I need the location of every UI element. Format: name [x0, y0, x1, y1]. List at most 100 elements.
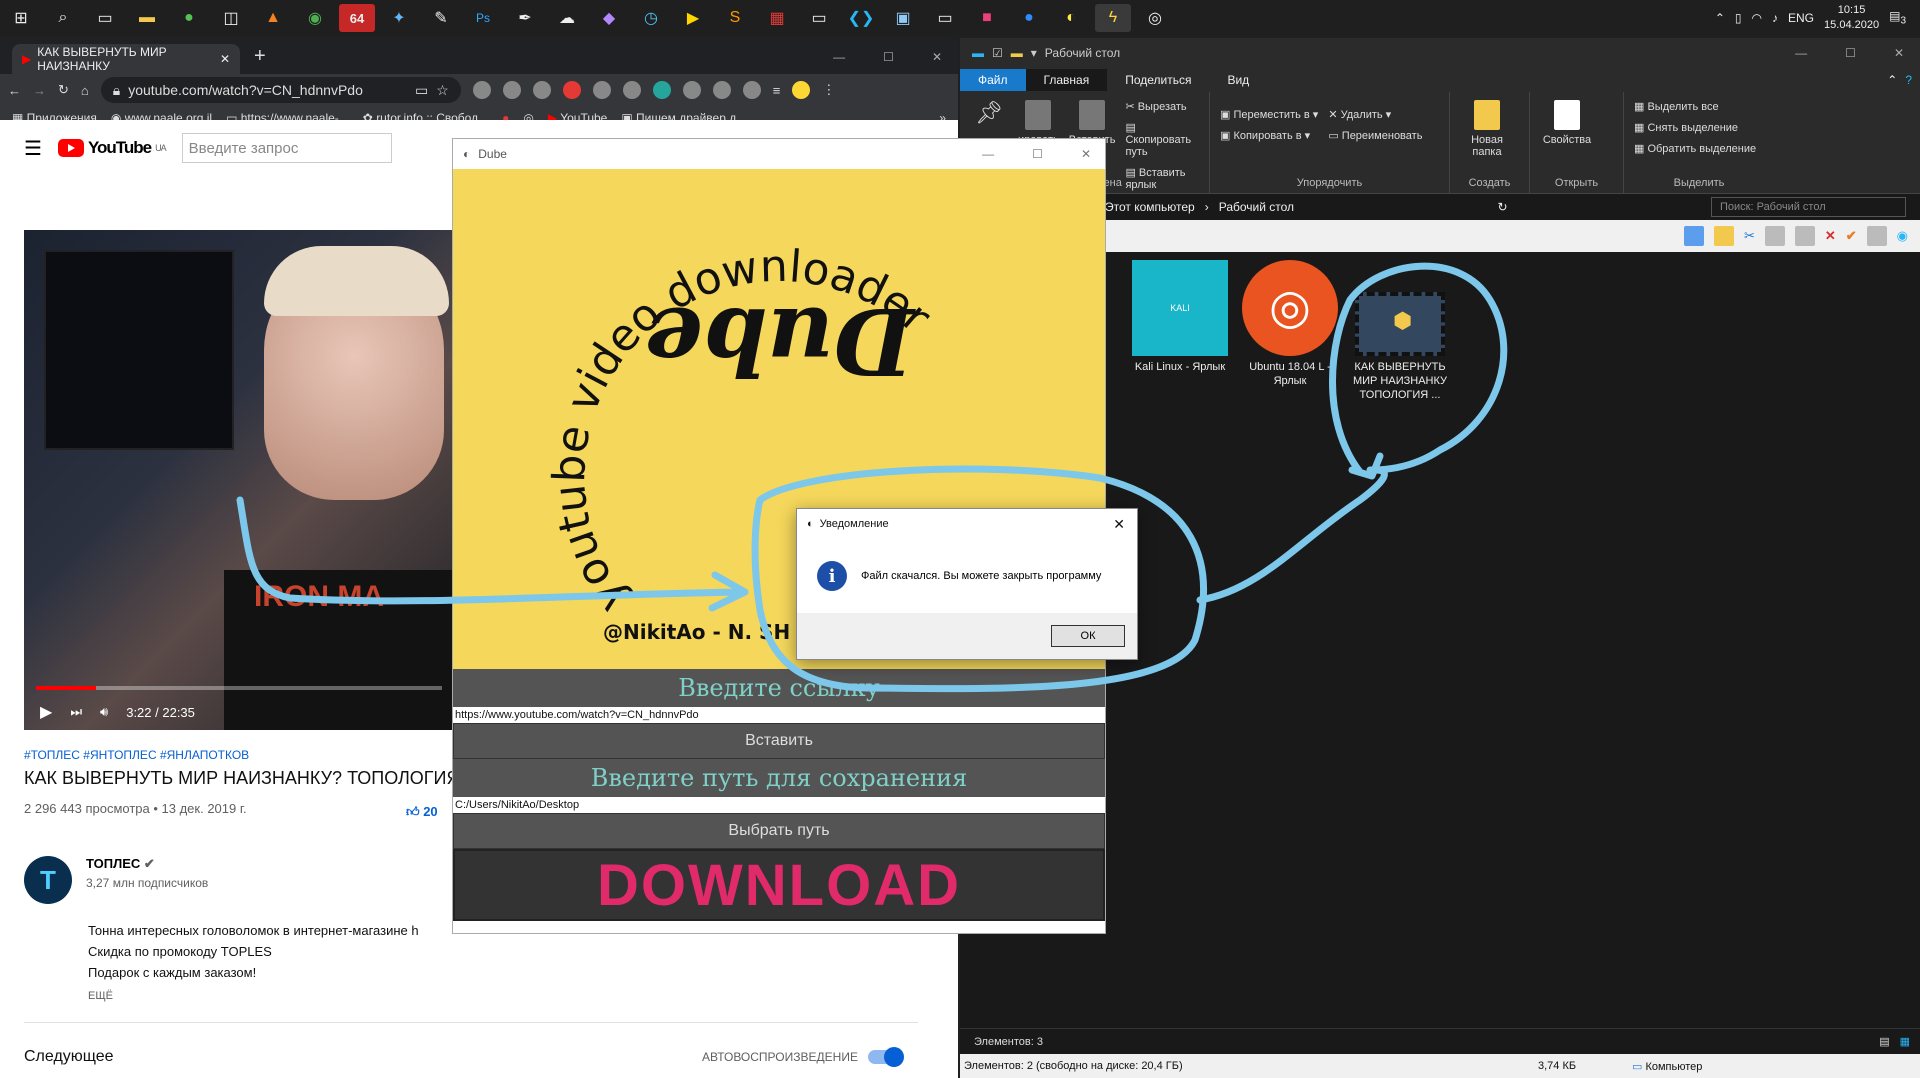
chrome-tab[interactable]: ▶ КАК ВЫВЕРНУТЬ МИР НАИЗНАНКУ ✕ [12, 44, 240, 74]
volume-icon[interactable]: 🔊︎ [100, 704, 108, 720]
tab-share[interactable]: Поделиться [1107, 69, 1209, 91]
maximize-icon[interactable]: ☐ [1845, 46, 1856, 60]
extension-icon[interactable] [592, 81, 611, 99]
details-view-icon[interactable]: ▤ [1879, 1035, 1889, 1048]
youtube-logo[interactable]: YouTube UA [57, 138, 167, 158]
chevron-up-icon[interactable]: ⌃ [1715, 11, 1725, 25]
chrome-icon[interactable]: ◉ [297, 4, 333, 32]
volume-icon[interactable]: ♪ [1772, 11, 1778, 25]
video-progress-bar[interactable] [36, 686, 442, 690]
zoom-icon[interactable]: ● [1011, 4, 1047, 32]
properties-button[interactable]: Свойства [1540, 100, 1594, 185]
choose-path-button[interactable]: Выбрать путь [453, 813, 1105, 849]
check-icon[interactable]: ✔ [1846, 228, 1857, 244]
hamburger-icon[interactable]: ☰ [24, 136, 42, 161]
player-icon[interactable]: ▶ [675, 4, 711, 32]
rename-icon[interactable] [1866, 226, 1887, 246]
dropdown-icon[interactable]: ▾ [1031, 46, 1037, 60]
app-icon[interactable]: ✦ [381, 4, 417, 32]
desktop-item-kali[interactable]: KALI Kali Linux - Ярлык [1130, 260, 1230, 374]
help-icon[interactable]: ? [1905, 73, 1912, 87]
minimize-icon[interactable]: — [1795, 46, 1807, 60]
move-to-button[interactable]: ▣ Переместить в ▾ [1220, 108, 1318, 121]
collapse-ribbon-icon[interactable]: ⌃ [1887, 73, 1897, 87]
file-explorer-icon[interactable]: ▬ [129, 4, 165, 32]
python-icon[interactable]: ϟ [1095, 4, 1131, 32]
new-tab-icon[interactable]: + [254, 45, 266, 68]
windows-start-icon[interactable]: ⊞ [3, 4, 39, 32]
avatar[interactable]: T [24, 856, 72, 904]
search-input[interactable]: Введите запрос [181, 133, 392, 163]
clock[interactable]: 10:15 15.04.2020 [1824, 3, 1879, 33]
tab-view[interactable]: Вид [1209, 69, 1267, 91]
globe-icon[interactable]: ◉ [1897, 228, 1908, 244]
cut-icon[interactable]: ✂ [1744, 228, 1755, 244]
url-input[interactable]: https://www.youtube.com/watch?v=CN_hdnnv… [453, 707, 1105, 723]
invert-selection-button[interactable]: ▦ Обратить выделение [1634, 142, 1756, 155]
tiles-view-icon[interactable]: ▦ [1900, 1035, 1910, 1048]
desktop-item-video[interactable]: ⬢ КАК ВЫВЕРНУТЬ МИР НАИЗНАНКУ ТОПОЛОГИЯ … [1350, 292, 1450, 402]
extension-icon[interactable] [502, 81, 521, 99]
flag-icon[interactable]: ◐ [1053, 4, 1089, 32]
back-icon[interactable]: ← [8, 83, 21, 98]
pen-icon[interactable]: ✎ [423, 4, 459, 32]
extension-icon[interactable] [652, 81, 671, 99]
extension-icon[interactable] [472, 81, 491, 99]
cut-button[interactable]: ✂ Вырезать [1125, 100, 1199, 113]
channel-name[interactable]: ТОПЛЕС ✔ [86, 856, 208, 872]
media-icon[interactable]: ≡ [773, 83, 781, 98]
copy-to-button[interactable]: ▣ Копировать в ▾ [1220, 129, 1318, 142]
timer-icon[interactable]: ◷ [633, 4, 669, 32]
show-more-button[interactable]: ЕЩЁ [88, 990, 113, 1002]
checkmark-icon[interactable]: ☑ [992, 46, 1003, 60]
minimize-icon[interactable]: — [982, 147, 994, 161]
avast-icon[interactable]: ▲ [255, 4, 291, 32]
breadcrumb-item[interactable]: Этот компьютер [1105, 200, 1195, 214]
office-icon[interactable]: ▦ [759, 4, 795, 32]
refresh-icon[interactable]: ↻ [1498, 200, 1508, 214]
aida64-icon[interactable]: 64 [339, 4, 375, 32]
rename-button[interactable]: ▭ Переименовать [1328, 129, 1422, 142]
breadcrumb-item[interactable]: Рабочий стол [1219, 200, 1294, 214]
like-button[interactable]: 👍︎ 20 [406, 804, 438, 820]
tab-file[interactable]: Файл [960, 69, 1026, 91]
battery-icon[interactable]: ▯ [1735, 11, 1742, 25]
menu-icon[interactable]: ⋮ [822, 82, 835, 98]
forward-icon[interactable]: → [33, 83, 46, 98]
desktop-item-ubuntu[interactable]: ◎ Ubuntu 18.04 L - Ярлык [1240, 260, 1340, 388]
play-icon[interactable]: ▶ [40, 702, 52, 722]
search-input[interactable]: Поиск: Рабочий стол [1711, 197, 1906, 217]
obs-icon[interactable]: ◎ [1137, 4, 1173, 32]
copy-path-button[interactable]: ▤ Скопировать путь [1125, 121, 1199, 158]
visual-studio-icon[interactable]: ◆ [591, 4, 627, 32]
extension-icon[interactable] [562, 81, 581, 99]
new-folder-button[interactable]: Новая папка [1460, 100, 1514, 185]
extension-icon[interactable] [742, 81, 761, 99]
search-icon[interactable]: ⌕ [45, 4, 81, 32]
paste-button[interactable]: Вставить [453, 723, 1105, 759]
toggle-switch[interactable] [867, 1047, 904, 1067]
home-icon[interactable]: ⌂ [81, 83, 89, 98]
terminal-icon[interactable]: ▭ [801, 4, 837, 32]
star-icon[interactable]: ☆ [436, 82, 449, 99]
layout-icon[interactable] [1683, 226, 1704, 246]
tab-home[interactable]: Главная [1025, 69, 1108, 91]
profile-avatar[interactable] [792, 81, 811, 99]
close-tab-icon[interactable]: ✕ [220, 52, 230, 66]
ok-button[interactable]: ОК [1051, 625, 1125, 647]
video-player[interactable]: IRON MA ▶ ⏭ 🔊︎ 3:22 / 22:35 [24, 230, 454, 730]
address-bar[interactable]: 🔒︎ youtube.com/watch?v=CN_hdnnvPdo ▭ ☆ [100, 77, 461, 103]
jetbrains-icon[interactable]: ■ [969, 4, 1005, 32]
minimize-icon[interactable]: — [833, 50, 845, 64]
download-button[interactable]: DOWNLOAD [453, 849, 1105, 921]
folder-icon[interactable] [1713, 226, 1734, 246]
close-icon[interactable]: ✕ [932, 50, 942, 64]
path-input[interactable]: C:/Users/NikitAo/Desktop [453, 797, 1105, 813]
extension-icon[interactable] [712, 81, 731, 99]
delete-button[interactable]: ✕ Удалить ▾ [1328, 108, 1422, 121]
sublime-icon[interactable]: S [717, 4, 753, 32]
select-all-button[interactable]: ▦ Выделить все [1634, 100, 1756, 113]
copy-icon[interactable] [1764, 226, 1785, 246]
close-icon[interactable]: ✕ [1081, 147, 1091, 161]
language-indicator[interactable]: ENG [1788, 11, 1814, 25]
